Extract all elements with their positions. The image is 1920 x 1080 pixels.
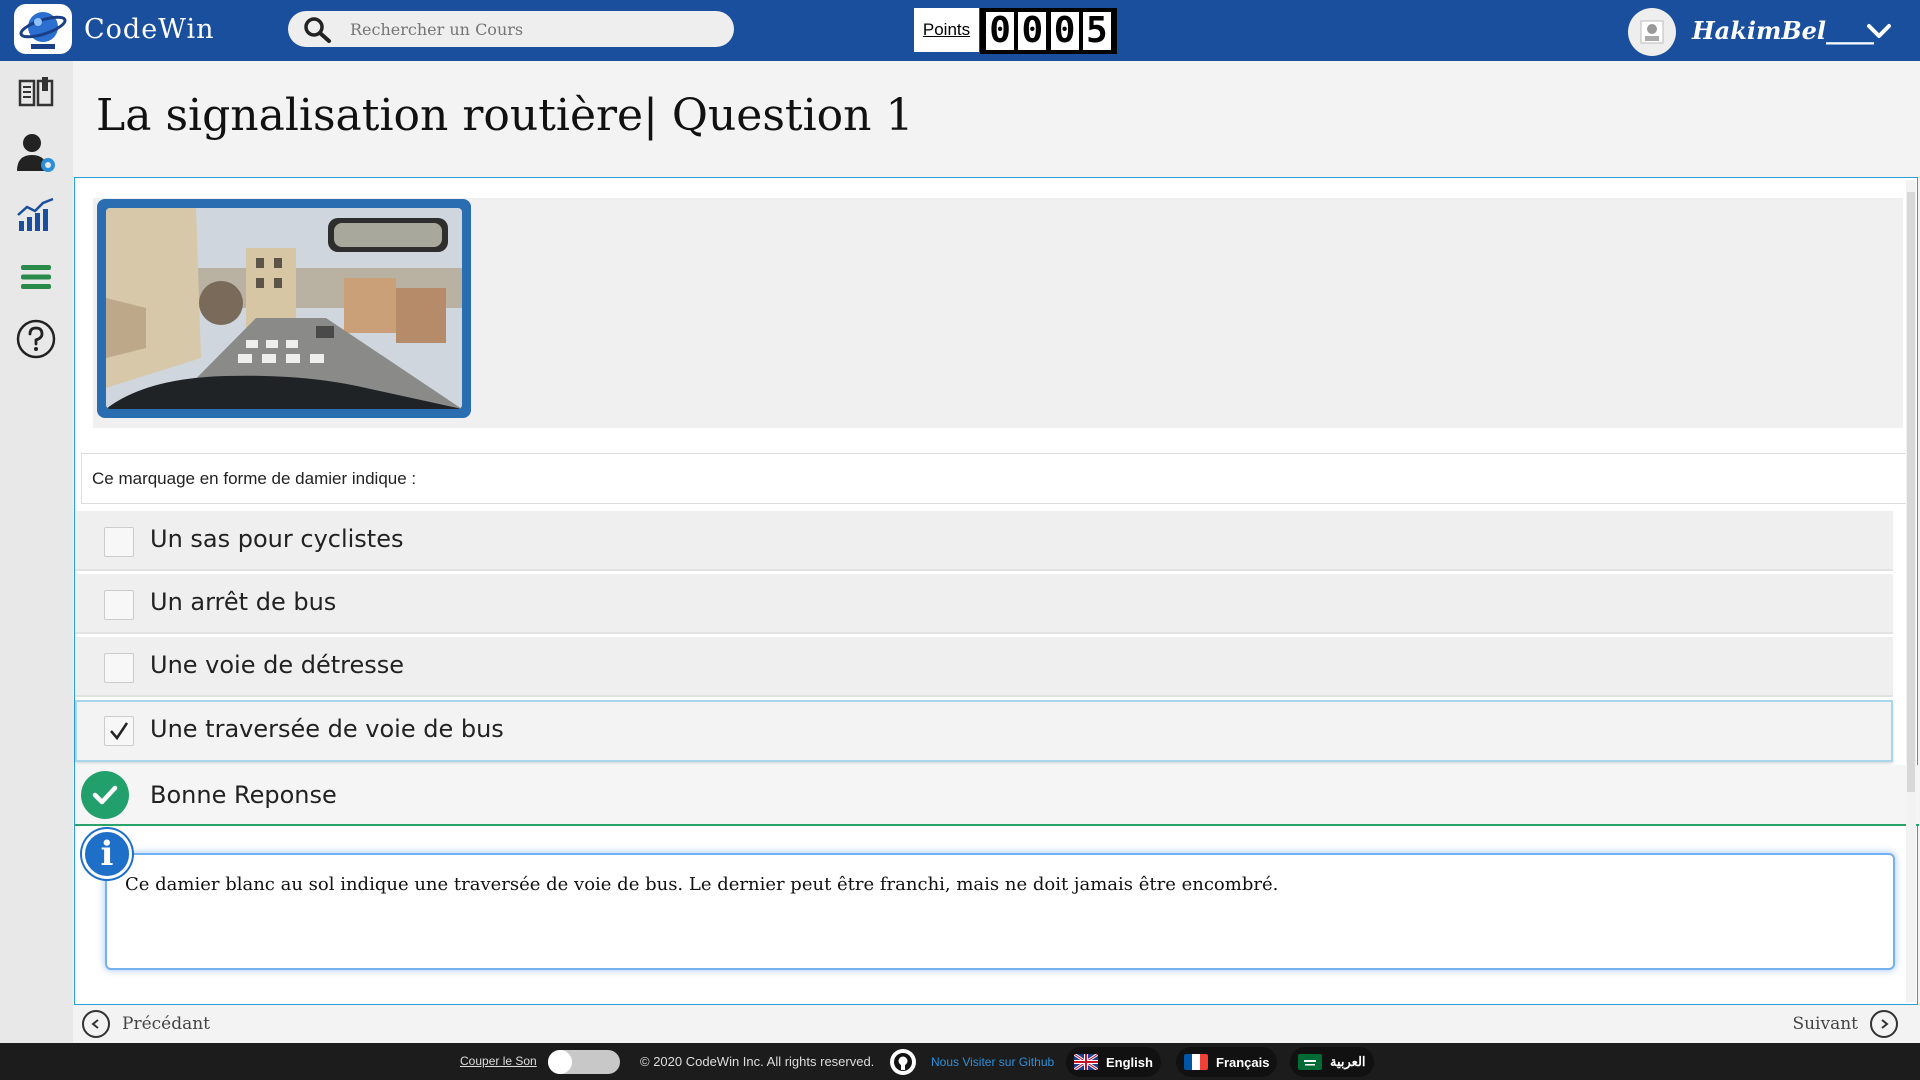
language-french[interactable]: Français [1176, 1047, 1278, 1077]
points-digit: 5 [1082, 12, 1111, 50]
sound-toggle[interactable] [548, 1050, 620, 1074]
france-flag-icon [1184, 1054, 1208, 1070]
previous-button[interactable]: Précédant [82, 1010, 210, 1038]
language-arabic-label: العربية [1330, 1054, 1366, 1069]
language-french-label: Français [1216, 1054, 1270, 1070]
brand-name: CodeWin [84, 14, 215, 45]
answer-checkbox[interactable] [104, 590, 134, 620]
menu-icon [21, 265, 51, 289]
footer: Couper le Son © 2020 CodeWin Inc. All ri… [0, 1043, 1920, 1080]
points-counter: 0 0 0 5 [980, 8, 1117, 54]
planet-logo-icon [19, 12, 67, 49]
answer-option[interactable]: Un arrêt de bus [75, 574, 1893, 634]
answer-option[interactable]: Un sas pour cyclistes [75, 511, 1893, 571]
chevron-right-icon [1870, 1010, 1898, 1038]
scrollbar[interactable] [1906, 180, 1916, 1002]
language-english[interactable]: English [1066, 1047, 1161, 1077]
scrollbar-thumb[interactable] [1907, 192, 1915, 792]
search-icon[interactable] [302, 15, 332, 43]
sidebar [0, 61, 73, 1043]
search-input[interactable] [350, 11, 720, 47]
previous-label: Précédant [122, 1014, 211, 1034]
checkmark-icon [110, 722, 129, 741]
sidebar-item-menu[interactable] [12, 253, 60, 301]
copyright-text: © 2020 CodeWin Inc. All rights reserved. [640, 1054, 875, 1069]
answer-option[interactable]: Une voie de détresse [75, 637, 1893, 697]
logo[interactable] [14, 4, 72, 54]
search-bar [288, 11, 734, 47]
points-label: Points [914, 8, 979, 52]
saudi-flag-icon [1298, 1054, 1322, 1070]
success-check-icon [81, 771, 129, 819]
page-title: La signalisation routière| Question 1 [96, 90, 914, 141]
uk-flag-icon [1074, 1054, 1098, 1070]
points-digit: 0 [1050, 12, 1079, 50]
chevron-left-icon [82, 1010, 110, 1038]
language-english-label: English [1106, 1054, 1153, 1070]
explanation-text: Ce damier blanc au sol indique une trave… [125, 874, 1279, 895]
chevron-down-icon[interactable] [1866, 22, 1892, 40]
result-label: Bonne Reponse [150, 781, 337, 809]
github-icon[interactable] [890, 1049, 916, 1075]
username[interactable]: HakimBel____ [1692, 16, 1874, 45]
info-icon: i [82, 829, 132, 879]
question-image [106, 208, 462, 409]
mute-sound-link[interactable]: Couper le Son [460, 1054, 537, 1068]
user-settings-icon [17, 134, 55, 172]
sidebar-item-help[interactable] [12, 315, 60, 363]
road-scene-image [106, 208, 462, 409]
answer-checkbox-checked[interactable] [104, 716, 134, 746]
answer-label: Un arrêt de bus [150, 588, 337, 616]
answer-label: Une voie de détresse [150, 651, 405, 679]
answer-label: Un sas pour cyclistes [150, 525, 404, 553]
sidebar-item-statistics[interactable] [12, 191, 60, 239]
sidebar-item-profile-settings[interactable] [12, 129, 60, 177]
book-icon [18, 77, 54, 107]
answer-option-selected[interactable]: Une traversée de voie de bus [75, 700, 1893, 762]
help-icon [16, 319, 56, 359]
toggle-knob [548, 1050, 572, 1074]
sidebar-item-courses[interactable] [12, 69, 60, 117]
question-image-frame [97, 199, 471, 418]
stats-chart-icon [17, 197, 54, 231]
avatar-image-icon [1640, 20, 1664, 44]
avatar[interactable] [1628, 8, 1676, 56]
top-bar: CodeWin Points 0 0 0 5 HakimBel____ [0, 0, 1920, 61]
explanation-box: Ce damier blanc au sol indique une trave… [105, 853, 1895, 970]
result-row: Bonne Reponse [75, 765, 1919, 826]
question-card: Ce marquage en forme de damier indique :… [74, 177, 1919, 1005]
answer-checkbox[interactable] [104, 527, 134, 557]
question-prompt-box: Ce marquage en forme de damier indique : [81, 453, 1907, 504]
question-prompt: Ce marquage en forme de damier indique : [92, 469, 417, 488]
next-button[interactable]: Suivant [1792, 1010, 1898, 1038]
answer-label: Une traversée de voie de bus [150, 715, 504, 743]
language-arabic[interactable]: العربية [1290, 1047, 1374, 1077]
points-digit: 0 [1018, 12, 1047, 50]
github-link[interactable]: Nous Visiter sur Github [931, 1055, 1054, 1069]
points-digit: 0 [986, 12, 1015, 50]
answer-checkbox[interactable] [104, 653, 134, 683]
next-label: Suivant [1792, 1014, 1858, 1034]
